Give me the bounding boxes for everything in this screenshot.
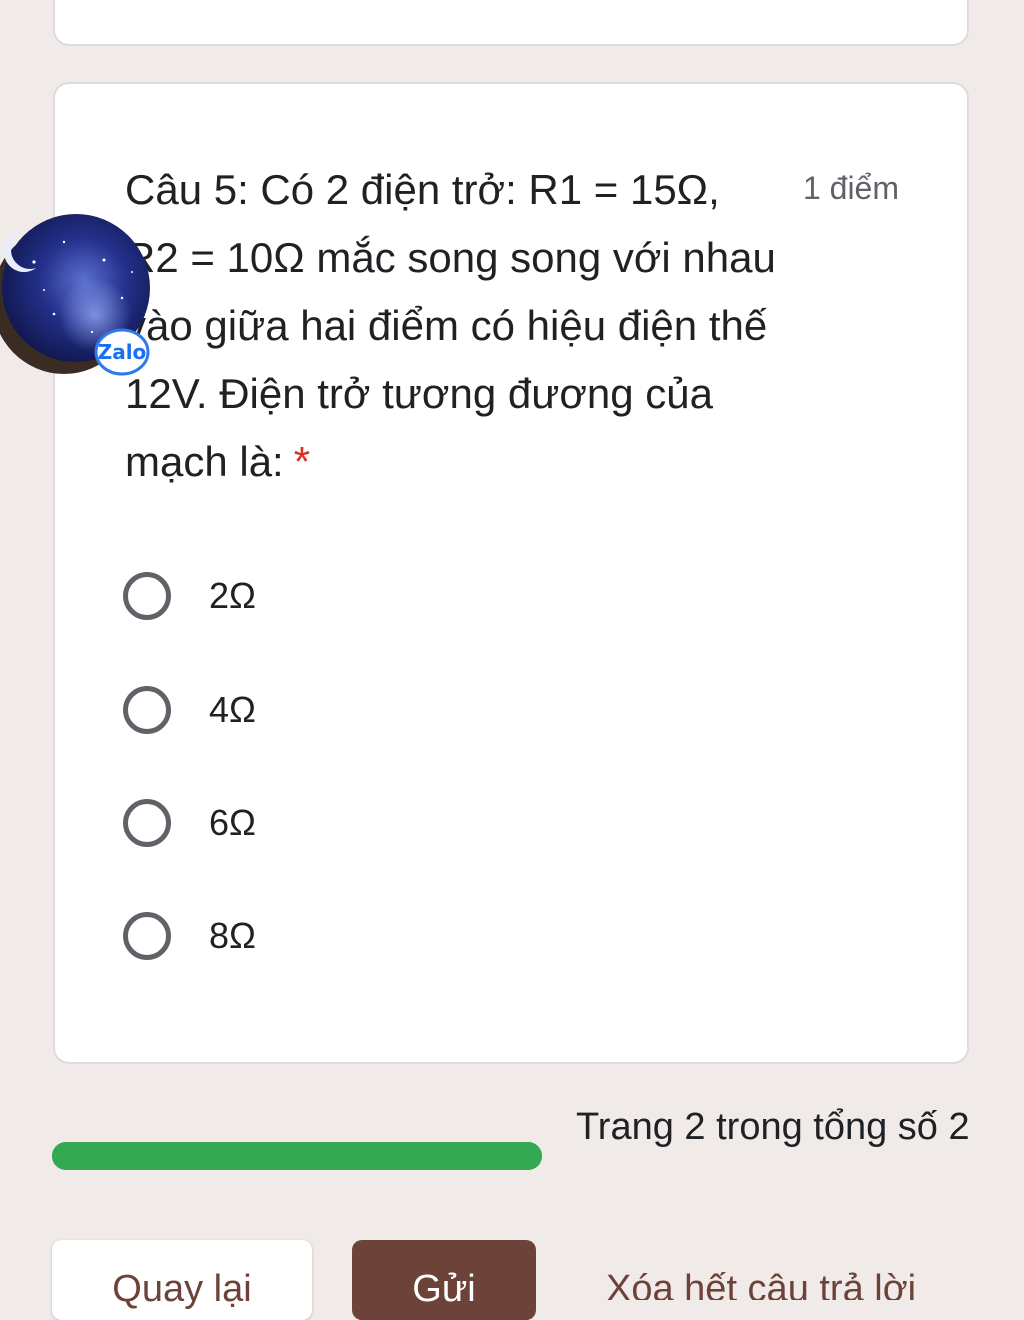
page-indicator: Trang 2 trong tổng số 2 bbox=[576, 1106, 970, 1148]
clear-form-button[interactable]: Xóa hết câu trả lời bbox=[576, 1240, 996, 1300]
progress-bar bbox=[52, 1142, 542, 1170]
option-row[interactable]: 6Ω bbox=[123, 793, 256, 853]
question-text: Câu 5: Có 2 điện trở: R1 = 15Ω, R2 = 10Ω… bbox=[125, 156, 785, 496]
required-asterisk: * bbox=[293, 438, 311, 485]
back-button-label: Quay lại bbox=[112, 1268, 252, 1310]
zalo-chat-head[interactable]: Zalo bbox=[0, 202, 156, 378]
progress-fill bbox=[52, 1142, 542, 1170]
radio-button[interactable] bbox=[123, 912, 171, 960]
option-label: 6Ω bbox=[209, 802, 256, 843]
submit-button-label: Gửi bbox=[412, 1268, 476, 1310]
option-row[interactable]: 2Ω bbox=[123, 566, 256, 626]
radio-button[interactable] bbox=[123, 686, 171, 734]
option-row[interactable]: 4Ω bbox=[123, 680, 256, 740]
points-label: 1 điểm bbox=[802, 170, 899, 206]
option-label: 8Ω bbox=[209, 915, 256, 956]
zalo-badge-text: Zalo bbox=[98, 340, 147, 364]
clear-form-label: Xóa hết câu trả lời bbox=[606, 1268, 917, 1300]
option-label: 4Ω bbox=[209, 689, 256, 730]
previous-question-card bbox=[53, 0, 969, 46]
zalo-avatar-icon: Zalo bbox=[0, 214, 150, 376]
radio-button[interactable] bbox=[123, 572, 171, 620]
radio-button[interactable] bbox=[123, 799, 171, 847]
question-label: Câu 5: Có 2 điện trở: R1 = 15Ω, R2 = 10Ω… bbox=[125, 166, 776, 485]
option-label: 2Ω bbox=[209, 575, 256, 616]
option-row[interactable]: 8Ω bbox=[123, 906, 256, 966]
question-card: Câu 5: Có 2 điện trở: R1 = 15Ω, R2 = 10Ω… bbox=[53, 82, 969, 1064]
back-button[interactable]: Quay lại bbox=[52, 1240, 312, 1320]
submit-button[interactable]: Gửi bbox=[352, 1240, 536, 1320]
